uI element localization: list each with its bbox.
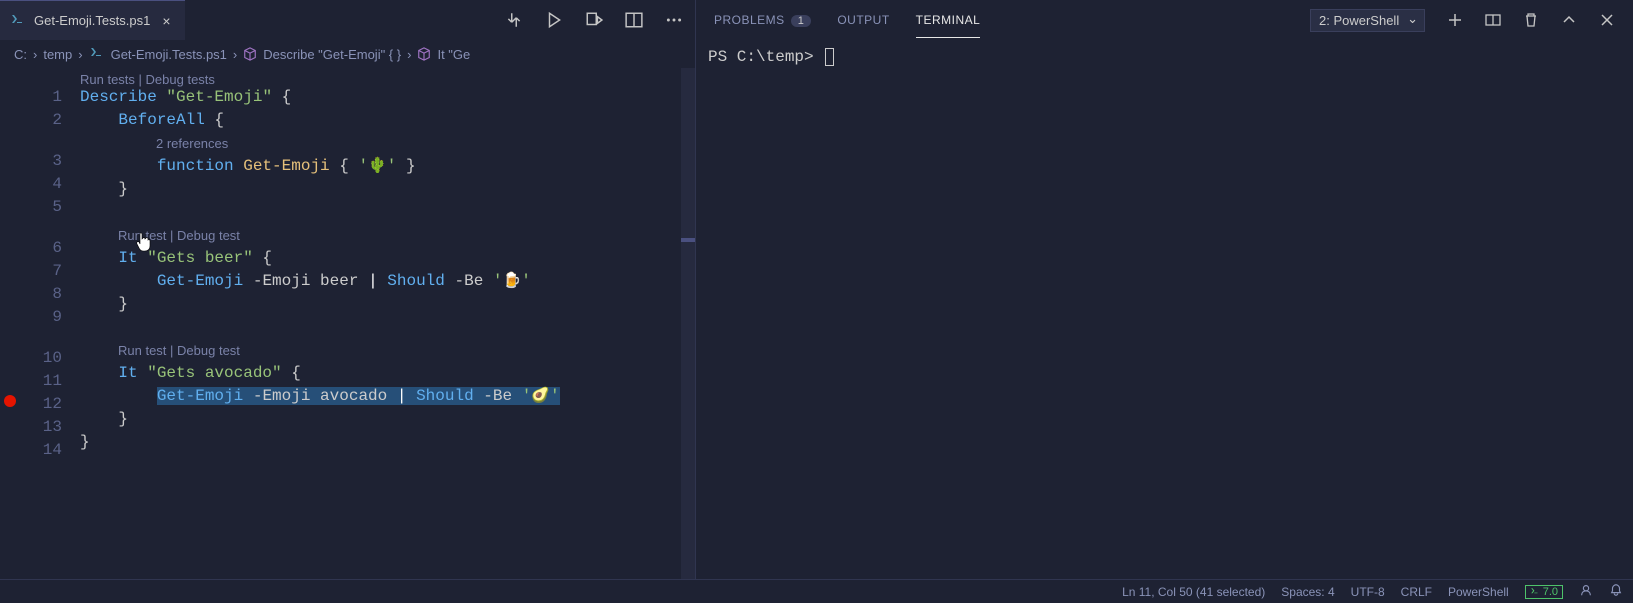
chevron-right-icon: ›: [33, 47, 37, 62]
terminal-select[interactable]: 2: PowerShell: [1310, 9, 1425, 32]
line-number: 10: [20, 347, 62, 370]
breadcrumb-part[interactable]: C:: [14, 47, 27, 62]
run-selection-icon[interactable]: [585, 11, 603, 29]
codelens: Run test | Debug test: [118, 224, 733, 247]
line-number: 14: [20, 439, 62, 462]
line-number: 7: [20, 260, 62, 283]
tab-filename: Get-Emoji.Tests.ps1: [34, 13, 150, 28]
new-terminal-icon[interactable]: [1447, 12, 1463, 28]
code-line[interactable]: }: [80, 431, 695, 454]
breadcrumb-part[interactable]: temp: [43, 47, 72, 62]
more-actions-icon[interactable]: [665, 11, 683, 29]
run-tests-link[interactable]: Run tests: [80, 72, 135, 87]
tab-problems[interactable]: PROBLEMS1: [714, 3, 811, 37]
references-link[interactable]: 2 references: [156, 136, 228, 151]
chevron-right-icon: ›: [407, 47, 411, 62]
language-mode[interactable]: PowerShell: [1448, 585, 1509, 599]
run-test-link[interactable]: Run test: [118, 343, 166, 358]
file-tab[interactable]: Get-Emoji.Tests.ps1 ×: [0, 0, 185, 40]
line-number: 11: [20, 370, 62, 393]
code-line[interactable]: }: [80, 293, 695, 316]
problems-count-badge: 1: [791, 15, 812, 27]
codelens: Run test | Debug test: [118, 339, 733, 362]
eol[interactable]: CRLF: [1401, 585, 1432, 599]
line-number: 9: [20, 306, 62, 329]
status-bar: Ln 11, Col 50 (41 selected) Spaces: 4 UT…: [0, 579, 1633, 603]
line-number: 1: [20, 86, 62, 109]
chevron-right-icon: ›: [233, 47, 237, 62]
breadcrumb-part[interactable]: It "Ge: [437, 47, 470, 62]
debug-test-link[interactable]: Debug test: [177, 228, 240, 243]
code-line[interactable]: Get-Emoji -Emoji avocado | Should -Be '🥑…: [80, 385, 695, 408]
line-number: 3: [20, 150, 62, 173]
breadcrumb[interactable]: C: › temp › Get-Emoji.Tests.ps1 › Descri…: [0, 40, 695, 68]
feedback-icon[interactable]: [1579, 583, 1593, 600]
code-line[interactable]: It "Gets avocado" {: [80, 362, 695, 385]
powershell-file-icon: [89, 46, 105, 62]
breadcrumb-part[interactable]: Get-Emoji.Tests.ps1: [111, 47, 227, 62]
maximize-panel-icon[interactable]: [1561, 12, 1577, 28]
editor-toolbar: [493, 11, 695, 29]
code-line[interactable]: }: [80, 178, 695, 201]
chevron-right-icon: ›: [78, 47, 82, 62]
tab-terminal[interactable]: TERMINAL: [916, 3, 981, 38]
powershell-version-badge[interactable]: 7.0: [1525, 585, 1563, 599]
glyph-margin[interactable]: [0, 68, 20, 579]
cursor-position[interactable]: Ln 11, Col 50 (41 selected): [1122, 585, 1265, 599]
symbol-icon: [243, 47, 257, 61]
compare-changes-icon[interactable]: [505, 11, 523, 29]
line-number-gutter: 1 2 3 4 5 6 7 8 9 10 11 12 13 14: [20, 68, 80, 579]
debug-test-link[interactable]: Debug test: [177, 343, 240, 358]
indentation[interactable]: Spaces: 4: [1281, 585, 1334, 599]
code-line[interactable]: [80, 454, 695, 477]
code-line[interactable]: function Get-Emoji { '🌵' }: [80, 155, 695, 178]
tab-output[interactable]: OUTPUT: [837, 3, 889, 37]
panel-pane: PROBLEMS1 OUTPUT TERMINAL 2: PowerShell …: [696, 0, 1633, 579]
close-panel-icon[interactable]: [1599, 12, 1615, 28]
terminal-prompt: PS C:\temp>: [708, 48, 823, 66]
terminal[interactable]: PS C:\temp>: [696, 40, 1633, 579]
minimap-viewport[interactable]: [681, 238, 695, 242]
terminal-selector[interactable]: 2: PowerShell: [1310, 9, 1425, 32]
symbol-icon: [417, 47, 431, 61]
code-line[interactable]: [80, 201, 695, 224]
line-number: 12: [20, 393, 62, 416]
line-number: 6: [20, 237, 62, 260]
line-number: 5: [20, 196, 62, 219]
debug-tests-link[interactable]: Debug tests: [146, 72, 215, 87]
code-line[interactable]: It "Gets beer" {: [80, 247, 695, 270]
split-terminal-icon[interactable]: [1485, 12, 1501, 28]
code-line[interactable]: }: [80, 408, 695, 431]
code-line[interactable]: Get-Emoji -Emoji beer | Should -Be '🍺': [80, 270, 695, 293]
kill-terminal-icon[interactable]: [1523, 12, 1539, 28]
run-test-link[interactable]: Run test: [118, 228, 166, 243]
code-content[interactable]: Run tests | Debug tests Describe "Get-Em…: [80, 68, 695, 579]
line-number: 13: [20, 416, 62, 439]
editor-pane: Get-Emoji.Tests.ps1 × C: › temp › Get-Em…: [0, 0, 696, 579]
encoding[interactable]: UTF-8: [1351, 585, 1385, 599]
minimap[interactable]: [681, 68, 695, 579]
line-number: 8: [20, 283, 62, 306]
powershell-file-icon: [10, 13, 26, 29]
breakpoint-icon[interactable]: [4, 395, 16, 407]
code-line[interactable]: BeforeAll {: [80, 109, 695, 132]
line-number: 2: [20, 109, 62, 132]
code-line[interactable]: [80, 316, 695, 339]
code-editor[interactable]: 1 2 3 4 5 6 7 8 9 10 11 12 13 14 Run tes…: [0, 68, 695, 579]
split-editor-icon[interactable]: [625, 11, 643, 29]
breadcrumb-part[interactable]: Describe "Get-Emoji" { }: [263, 47, 401, 62]
terminal-cursor: [825, 48, 834, 66]
notifications-icon[interactable]: [1609, 583, 1623, 600]
line-number: 4: [20, 173, 62, 196]
panel-actions: 2: PowerShell: [1310, 9, 1615, 32]
panel-tabs: PROBLEMS1 OUTPUT TERMINAL 2: PowerShell: [696, 0, 1633, 40]
code-line[interactable]: Describe "Get-Emoji" {: [80, 86, 695, 109]
close-tab-icon[interactable]: ×: [158, 13, 174, 29]
tab-bar: Get-Emoji.Tests.ps1 ×: [0, 0, 695, 40]
run-icon[interactable]: [545, 11, 563, 29]
codelens: 2 references: [156, 132, 771, 155]
